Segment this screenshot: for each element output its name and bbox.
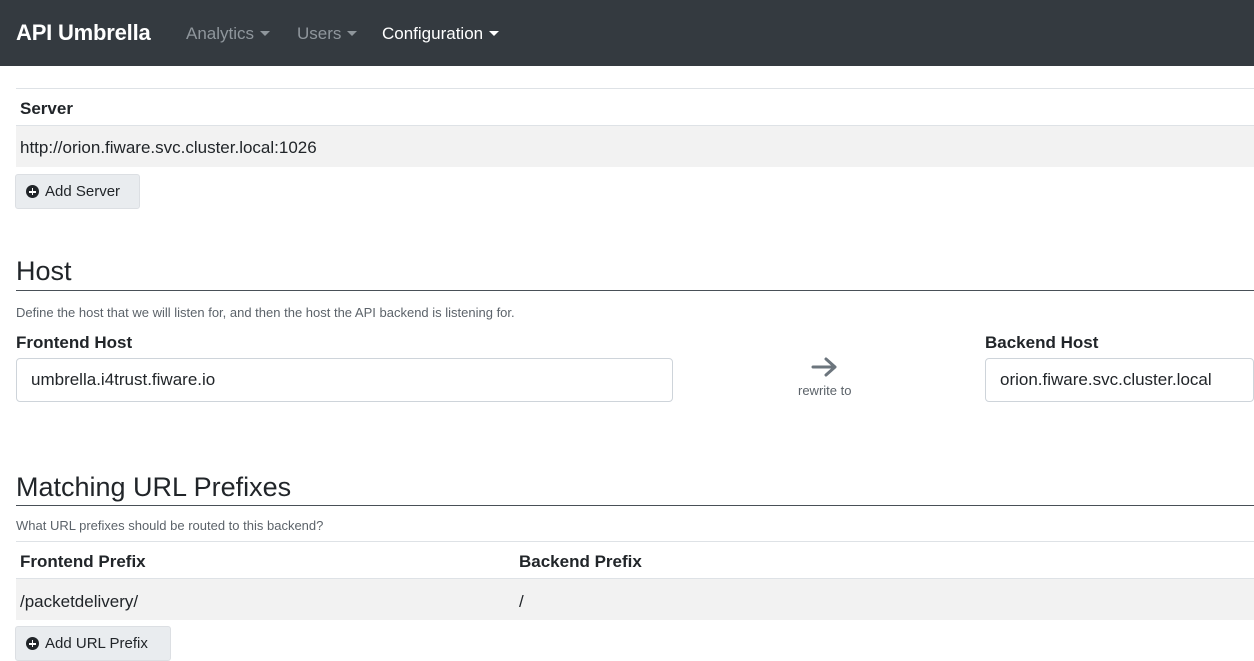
add-server-button[interactable]: Add Server [15,174,140,209]
table-row [16,579,1254,620]
server-url: http://orion.fiware.svc.cluster.local:10… [20,138,317,157]
plus-circle-icon [26,185,39,198]
plus-circle-icon [26,637,39,650]
frontend-prefix-value: /packetdelivery/ [20,592,139,611]
chevron-down-icon [489,31,500,36]
backend-host-label: Backend Host [985,333,1099,352]
arrow-right-icon [811,357,837,377]
chevron-down-icon [260,31,271,36]
brand-logo[interactable]: API Umbrella [16,20,151,46]
frontend-host-input[interactable] [16,358,673,402]
top-navbar: API Umbrella Analytics Users Configurati… [0,0,1254,66]
url-prefixes-section-title: Matching URL Prefixes [16,472,292,502]
backend-prefix-column-header: Backend Prefix [519,552,642,571]
frontend-prefix-column-header: Frontend Prefix [20,552,146,571]
backend-prefix-value: / [519,592,524,611]
add-url-prefix-button[interactable]: Add URL Prefix [15,626,171,661]
url-prefixes-help-text: What URL prefixes should be routed to th… [16,518,324,533]
host-help-text: Define the host that we will listen for,… [16,305,515,320]
frontend-host-label: Frontend Host [16,333,133,352]
nav-analytics[interactable]: Analytics [186,24,271,44]
rewrite-to-label: rewrite to [798,383,852,398]
chevron-down-icon [347,31,358,36]
section-divider [16,505,1254,506]
server-column-header: Server [20,99,73,118]
section-divider [16,290,1254,291]
table-top-border [16,88,1254,89]
host-section-title: Host [16,256,72,286]
nav-configuration[interactable]: Configuration [382,24,500,44]
backend-host-input[interactable] [985,358,1254,402]
nav-users[interactable]: Users [297,24,358,44]
table-top-border [16,541,1254,542]
